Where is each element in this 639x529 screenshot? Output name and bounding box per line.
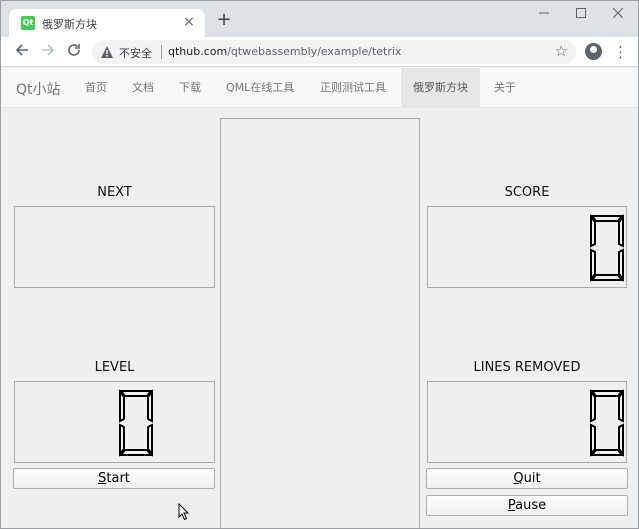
- forward-arrow-icon[interactable]: [37, 41, 59, 63]
- minimize-icon[interactable]: [529, 7, 559, 23]
- lcd-segment-f: [590, 389, 596, 423]
- lcd-segment-e: [590, 423, 596, 457]
- lcd-segment-f: [590, 214, 596, 248]
- quit-button[interactable]: Quit: [426, 468, 628, 489]
- site-navbar: Qt小站 首页 文档 下载 QML在线工具 正则测试工具 俄罗斯方块 关于: [1, 68, 638, 108]
- start-label-rest: tart: [106, 471, 130, 486]
- browser-toolbar: 不安全 qthub.com/qtwebassembly/example/tetr…: [1, 37, 638, 67]
- lcd-segment-f: [119, 389, 125, 423]
- lcd-segment-d: [118, 449, 154, 456]
- menu-kebab-icon[interactable]: ⋮: [613, 41, 628, 63]
- lcd-segment-d: [589, 274, 625, 281]
- score-lcd-digit: [589, 214, 625, 282]
- lcd-segment-a: [589, 215, 625, 222]
- browser-tab[interactable]: Qt 俄罗斯方块 ×: [9, 9, 205, 37]
- lcd-segment-a: [589, 390, 625, 397]
- nav-item-about[interactable]: 关于: [482, 68, 528, 108]
- lcd-segment-e: [590, 248, 596, 282]
- pause-label-rest: ause: [515, 498, 547, 513]
- window-close-icon[interactable]: [603, 7, 633, 23]
- lcd-segment-b: [618, 214, 624, 248]
- lcd-segment-c: [147, 423, 153, 457]
- browser-window: Qt 俄罗斯方块 × + 不安全 qthub.com/qtwebassembly…: [0, 0, 639, 529]
- tetrix-app: NEXT LEVEL Start SCORE LINES REMOVED Qui…: [1, 108, 638, 528]
- address-bar[interactable]: 不安全 qthub.com/qtwebassembly/example/tetr…: [92, 40, 576, 64]
- nav-item-home[interactable]: 首页: [73, 68, 119, 108]
- level-lcd-digit: [118, 389, 154, 457]
- next-label: NEXT: [97, 185, 132, 200]
- qt-favicon-icon: Qt: [21, 16, 35, 30]
- warning-icon: [101, 46, 113, 58]
- maximize-icon[interactable]: [566, 7, 596, 23]
- bookmark-star-icon[interactable]: ☆: [555, 42, 568, 60]
- lcd-segment-b: [618, 389, 624, 423]
- start-button[interactable]: Start: [13, 468, 215, 489]
- lines-lcd-panel: [427, 381, 627, 463]
- nav-item-tetrix[interactable]: 俄罗斯方块: [401, 68, 480, 108]
- nav-item-docs[interactable]: 文档: [120, 68, 166, 108]
- mouse-cursor-icon: [178, 503, 190, 521]
- url-host: qthub.com: [168, 45, 228, 58]
- next-piece-panel: [14, 206, 215, 288]
- lines-lcd-digit: [589, 389, 625, 457]
- lcd-segment-c: [618, 423, 624, 457]
- tab-title: 俄罗斯方块: [42, 18, 97, 31]
- security-status[interactable]: 不安全: [119, 45, 152, 61]
- back-arrow-icon[interactable]: [11, 41, 33, 63]
- level-lcd-panel: [14, 381, 215, 463]
- url-text[interactable]: qthub.com/qtwebassembly/example/tetrix: [168, 45, 401, 58]
- new-tab-button[interactable]: +: [214, 10, 234, 30]
- level-label: LEVEL: [94, 360, 135, 375]
- lcd-segment-d: [589, 449, 625, 456]
- lines-removed-label: LINES REMOVED: [473, 360, 581, 375]
- profile-avatar-icon[interactable]: [585, 43, 602, 60]
- close-icon[interactable]: ×: [181, 13, 197, 30]
- divider: [161, 45, 162, 59]
- score-label: SCORE: [504, 185, 550, 200]
- reload-icon[interactable]: [63, 41, 85, 63]
- nav-item-download[interactable]: 下载: [167, 68, 213, 108]
- lcd-segment-a: [118, 390, 154, 397]
- quit-mnemonic: Q: [513, 471, 524, 486]
- tab-strip: Qt 俄罗斯方块 × +: [1, 1, 638, 37]
- quit-label-rest: uit: [523, 471, 541, 486]
- nav-item-regex-tool[interactable]: 正则测试工具: [308, 68, 398, 108]
- lcd-segment-b: [147, 389, 153, 423]
- lcd-segment-c: [618, 248, 624, 282]
- score-lcd-panel: [427, 206, 627, 288]
- tetrix-board[interactable]: [220, 118, 420, 528]
- lcd-segment-e: [119, 423, 125, 457]
- url-path: /qtwebassembly/example/tetrix: [227, 45, 402, 58]
- site-brand[interactable]: Qt小站: [16, 79, 61, 99]
- nav-item-qml-tool[interactable]: QML在线工具: [214, 68, 306, 108]
- pause-button[interactable]: Pause: [426, 495, 628, 516]
